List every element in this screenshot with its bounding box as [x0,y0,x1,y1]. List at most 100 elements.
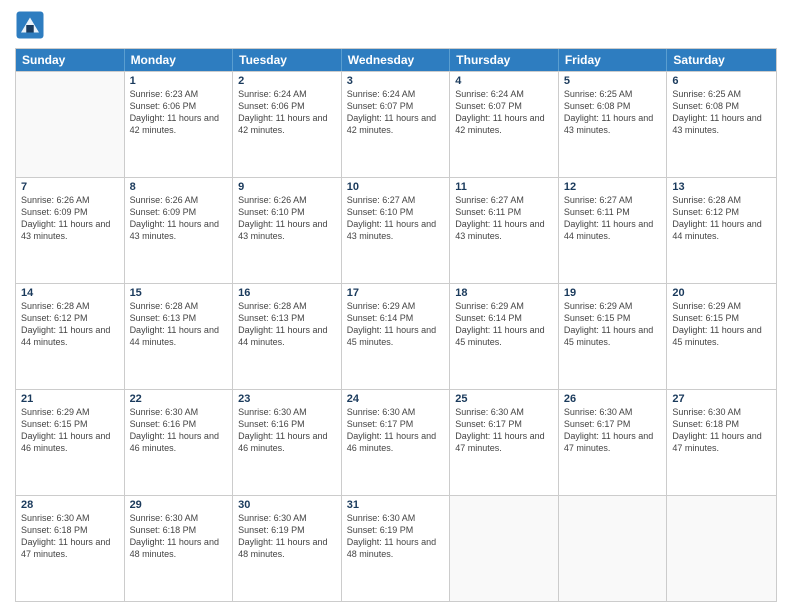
calendar-cell: 27Sunrise: 6:30 AMSunset: 6:18 PMDayligh… [667,390,776,495]
day-info: Sunrise: 6:28 AMSunset: 6:13 PMDaylight:… [130,300,228,349]
day-number: 29 [130,499,228,511]
day-info: Sunrise: 6:30 AMSunset: 6:16 PMDaylight:… [238,406,336,455]
calendar-header-cell: Saturday [667,49,776,71]
day-info: Sunrise: 6:30 AMSunset: 6:16 PMDaylight:… [130,406,228,455]
day-number: 20 [672,287,771,299]
day-info: Sunrise: 6:27 AMSunset: 6:11 PMDaylight:… [564,194,662,243]
day-info: Sunrise: 6:30 AMSunset: 6:17 PMDaylight:… [564,406,662,455]
calendar-cell: 5Sunrise: 6:25 AMSunset: 6:08 PMDaylight… [559,72,668,177]
calendar-row: 1Sunrise: 6:23 AMSunset: 6:06 PMDaylight… [16,71,776,177]
day-info: Sunrise: 6:30 AMSunset: 6:18 PMDaylight:… [672,406,771,455]
day-info: Sunrise: 6:30 AMSunset: 6:17 PMDaylight:… [455,406,553,455]
calendar-cell: 14Sunrise: 6:28 AMSunset: 6:12 PMDayligh… [16,284,125,389]
day-number: 14 [21,287,119,299]
calendar-cell: 6Sunrise: 6:25 AMSunset: 6:08 PMDaylight… [667,72,776,177]
calendar-cell: 12Sunrise: 6:27 AMSunset: 6:11 PMDayligh… [559,178,668,283]
calendar-cell: 16Sunrise: 6:28 AMSunset: 6:13 PMDayligh… [233,284,342,389]
day-info: Sunrise: 6:28 AMSunset: 6:13 PMDaylight:… [238,300,336,349]
day-info: Sunrise: 6:30 AMSunset: 6:17 PMDaylight:… [347,406,445,455]
day-number: 1 [130,75,228,87]
calendar-row: 14Sunrise: 6:28 AMSunset: 6:12 PMDayligh… [16,283,776,389]
day-info: Sunrise: 6:30 AMSunset: 6:18 PMDaylight:… [130,512,228,561]
calendar-cell: 13Sunrise: 6:28 AMSunset: 6:12 PMDayligh… [667,178,776,283]
day-number: 16 [238,287,336,299]
calendar-cell: 20Sunrise: 6:29 AMSunset: 6:15 PMDayligh… [667,284,776,389]
day-info: Sunrise: 6:30 AMSunset: 6:19 PMDaylight:… [238,512,336,561]
day-info: Sunrise: 6:23 AMSunset: 6:06 PMDaylight:… [130,88,228,137]
day-number: 3 [347,75,445,87]
day-number: 8 [130,181,228,193]
day-number: 13 [672,181,771,193]
calendar-cell: 7Sunrise: 6:26 AMSunset: 6:09 PMDaylight… [16,178,125,283]
calendar-cell [559,496,668,601]
calendar-cell: 25Sunrise: 6:30 AMSunset: 6:17 PMDayligh… [450,390,559,495]
day-info: Sunrise: 6:25 AMSunset: 6:08 PMDaylight:… [672,88,771,137]
day-info: Sunrise: 6:26 AMSunset: 6:09 PMDaylight:… [21,194,119,243]
page: SundayMondayTuesdayWednesdayThursdayFrid… [0,0,792,612]
day-info: Sunrise: 6:29 AMSunset: 6:15 PMDaylight:… [21,406,119,455]
calendar-cell: 18Sunrise: 6:29 AMSunset: 6:14 PMDayligh… [450,284,559,389]
day-number: 24 [347,393,445,405]
calendar-row: 21Sunrise: 6:29 AMSunset: 6:15 PMDayligh… [16,389,776,495]
day-number: 2 [238,75,336,87]
calendar-header-cell: Tuesday [233,49,342,71]
calendar-cell: 23Sunrise: 6:30 AMSunset: 6:16 PMDayligh… [233,390,342,495]
calendar-cell: 19Sunrise: 6:29 AMSunset: 6:15 PMDayligh… [559,284,668,389]
day-number: 31 [347,499,445,511]
day-number: 4 [455,75,553,87]
calendar-cell: 22Sunrise: 6:30 AMSunset: 6:16 PMDayligh… [125,390,234,495]
day-info: Sunrise: 6:29 AMSunset: 6:15 PMDaylight:… [672,300,771,349]
calendar-body: 1Sunrise: 6:23 AMSunset: 6:06 PMDaylight… [16,71,776,601]
calendar-header-cell: Thursday [450,49,559,71]
day-number: 26 [564,393,662,405]
calendar-cell [667,496,776,601]
calendar-header: SundayMondayTuesdayWednesdayThursdayFrid… [16,49,776,71]
calendar-cell: 9Sunrise: 6:26 AMSunset: 6:10 PMDaylight… [233,178,342,283]
calendar-cell: 30Sunrise: 6:30 AMSunset: 6:19 PMDayligh… [233,496,342,601]
calendar-cell: 8Sunrise: 6:26 AMSunset: 6:09 PMDaylight… [125,178,234,283]
logo [15,10,49,40]
calendar-cell: 17Sunrise: 6:29 AMSunset: 6:14 PMDayligh… [342,284,451,389]
day-info: Sunrise: 6:29 AMSunset: 6:14 PMDaylight:… [455,300,553,349]
calendar-row: 7Sunrise: 6:26 AMSunset: 6:09 PMDaylight… [16,177,776,283]
day-info: Sunrise: 6:27 AMSunset: 6:11 PMDaylight:… [455,194,553,243]
day-info: Sunrise: 6:30 AMSunset: 6:19 PMDaylight:… [347,512,445,561]
day-info: Sunrise: 6:30 AMSunset: 6:18 PMDaylight:… [21,512,119,561]
day-number: 22 [130,393,228,405]
day-info: Sunrise: 6:25 AMSunset: 6:08 PMDaylight:… [564,88,662,137]
calendar-cell: 29Sunrise: 6:30 AMSunset: 6:18 PMDayligh… [125,496,234,601]
calendar-cell [16,72,125,177]
calendar-cell: 11Sunrise: 6:27 AMSunset: 6:11 PMDayligh… [450,178,559,283]
calendar-cell: 4Sunrise: 6:24 AMSunset: 6:07 PMDaylight… [450,72,559,177]
calendar-header-cell: Monday [125,49,234,71]
day-number: 25 [455,393,553,405]
calendar-cell: 21Sunrise: 6:29 AMSunset: 6:15 PMDayligh… [16,390,125,495]
day-number: 21 [21,393,119,405]
day-number: 15 [130,287,228,299]
calendar: SundayMondayTuesdayWednesdayThursdayFrid… [15,48,777,602]
day-info: Sunrise: 6:24 AMSunset: 6:06 PMDaylight:… [238,88,336,137]
day-number: 6 [672,75,771,87]
day-number: 5 [564,75,662,87]
calendar-cell: 28Sunrise: 6:30 AMSunset: 6:18 PMDayligh… [16,496,125,601]
header [15,10,777,40]
day-info: Sunrise: 6:26 AMSunset: 6:09 PMDaylight:… [130,194,228,243]
calendar-row: 28Sunrise: 6:30 AMSunset: 6:18 PMDayligh… [16,495,776,601]
day-info: Sunrise: 6:26 AMSunset: 6:10 PMDaylight:… [238,194,336,243]
calendar-cell: 3Sunrise: 6:24 AMSunset: 6:07 PMDaylight… [342,72,451,177]
day-number: 27 [672,393,771,405]
calendar-cell: 31Sunrise: 6:30 AMSunset: 6:19 PMDayligh… [342,496,451,601]
day-number: 10 [347,181,445,193]
day-number: 18 [455,287,553,299]
day-number: 12 [564,181,662,193]
calendar-cell: 2Sunrise: 6:24 AMSunset: 6:06 PMDaylight… [233,72,342,177]
day-number: 28 [21,499,119,511]
day-info: Sunrise: 6:24 AMSunset: 6:07 PMDaylight:… [455,88,553,137]
day-number: 19 [564,287,662,299]
day-info: Sunrise: 6:24 AMSunset: 6:07 PMDaylight:… [347,88,445,137]
calendar-cell: 15Sunrise: 6:28 AMSunset: 6:13 PMDayligh… [125,284,234,389]
logo-icon [15,10,45,40]
day-info: Sunrise: 6:28 AMSunset: 6:12 PMDaylight:… [672,194,771,243]
calendar-cell: 24Sunrise: 6:30 AMSunset: 6:17 PMDayligh… [342,390,451,495]
day-info: Sunrise: 6:28 AMSunset: 6:12 PMDaylight:… [21,300,119,349]
